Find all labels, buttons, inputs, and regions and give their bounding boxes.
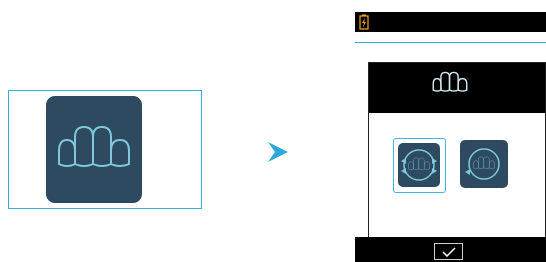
teeth-arch-icon (58, 125, 130, 167)
bottom-bar (355, 237, 546, 262)
device-screen (355, 12, 546, 262)
confirm-button[interactable] (434, 243, 463, 260)
status-bar (355, 12, 546, 32)
option-tile (398, 143, 440, 187)
status-divider (355, 32, 546, 43)
arrow-right-icon (268, 142, 288, 162)
teeth-arch-icon (432, 71, 468, 92)
teeth-mode-tile[interactable] (46, 96, 142, 203)
check-icon (442, 247, 456, 257)
teeth-rotate-both-icon (401, 149, 437, 181)
battery-charging-icon (359, 14, 369, 30)
panel-header (369, 63, 545, 113)
option-rotate-both-button[interactable] (393, 138, 446, 193)
option-rotate-single-button[interactable] (460, 140, 508, 188)
teeth-rotate-single-icon (465, 148, 500, 180)
